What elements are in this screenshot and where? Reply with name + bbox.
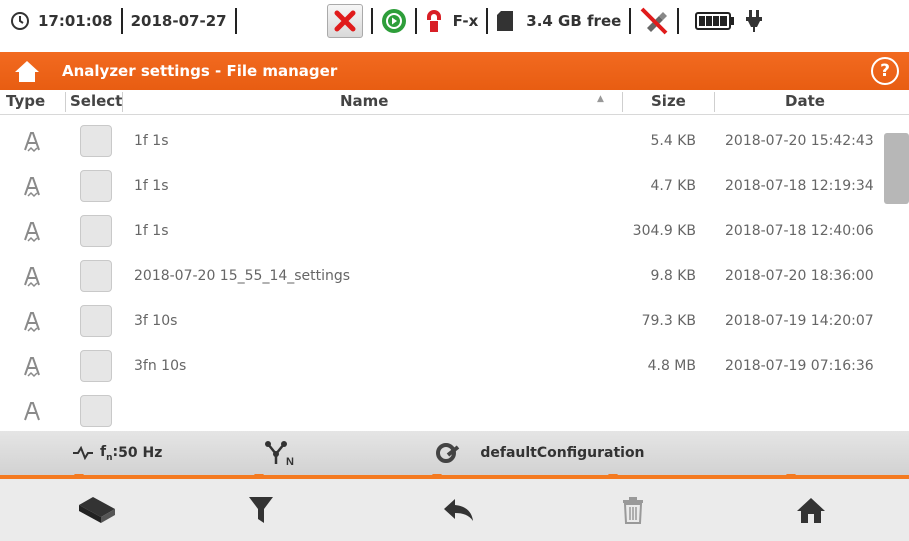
file-date: 2018-07-20 18:36:00 bbox=[725, 268, 874, 284]
file-name: 1f 1s bbox=[134, 178, 169, 194]
select-checkbox[interactable] bbox=[80, 170, 112, 202]
divider bbox=[234, 8, 237, 34]
waveform-icon bbox=[73, 446, 93, 460]
file-date: 2018-07-19 07:16:36 bbox=[725, 358, 874, 374]
divider bbox=[677, 8, 680, 34]
file-list[interactable]: 1f 1s 5.4 KB 2018-07-20 15:42:43 1f 1s 4… bbox=[0, 115, 884, 431]
column-type[interactable]: Type bbox=[6, 92, 45, 110]
column-size[interactable]: Size bbox=[651, 92, 686, 110]
table-row[interactable]: 1f 1s 4.7 KB 2018-07-18 12:19:34 bbox=[0, 164, 884, 209]
bottom-toolbar bbox=[0, 479, 909, 541]
error-button[interactable] bbox=[326, 4, 363, 38]
record-play-icon[interactable] bbox=[381, 8, 407, 34]
error-x-icon bbox=[334, 10, 356, 32]
page-title: Analyzer settings - File manager bbox=[62, 62, 338, 80]
divider bbox=[629, 8, 632, 34]
divider bbox=[120, 8, 123, 34]
select-checkbox[interactable] bbox=[80, 350, 112, 382]
file-size: 5.4 KB bbox=[650, 133, 697, 149]
file-size: 9.8 KB bbox=[650, 268, 697, 284]
file-name: 1f 1s bbox=[134, 133, 169, 149]
home-icon bbox=[797, 498, 825, 523]
title-bar: Analyzer settings - File manager ? bbox=[0, 52, 909, 90]
settings-file-icon bbox=[24, 132, 40, 153]
column-date[interactable]: Date bbox=[785, 92, 825, 110]
column-header: Type Select Name ▲ Size Date bbox=[0, 90, 909, 115]
storage-devices-button[interactable] bbox=[22, 479, 172, 541]
divider bbox=[486, 8, 489, 34]
file-name: 3fn 10s bbox=[134, 358, 187, 374]
network-topology-icon: N bbox=[265, 441, 294, 466]
clock-icon bbox=[11, 12, 29, 30]
divider bbox=[714, 92, 715, 112]
divider bbox=[370, 8, 373, 34]
home-button[interactable] bbox=[736, 479, 886, 541]
scrollbar[interactable] bbox=[884, 133, 909, 204]
file-date: 2018-07-19 14:20:07 bbox=[725, 313, 874, 329]
divider bbox=[622, 92, 623, 112]
trash-icon bbox=[623, 497, 643, 524]
status-time: 17:01:08 bbox=[38, 12, 113, 30]
clamp-label: F-x bbox=[452, 12, 479, 30]
info-bar: fn: 50 Hz N defaultConfiguration bbox=[0, 431, 909, 475]
back-button[interactable] bbox=[384, 479, 534, 541]
select-checkbox[interactable] bbox=[80, 215, 112, 247]
storage-free: 3.4 GB free bbox=[526, 12, 622, 30]
table-row[interactable] bbox=[0, 389, 884, 431]
configuration-gear-icon bbox=[436, 443, 460, 463]
clamp-icon bbox=[426, 10, 441, 32]
file-date: 2018-07-20 15:42:43 bbox=[725, 133, 874, 149]
frequency-symbol: fn: bbox=[100, 443, 119, 463]
back-arrow-icon bbox=[444, 499, 473, 521]
file-date: 2018-07-18 12:40:06 bbox=[725, 223, 874, 239]
table-row[interactable]: 3fn 10s 4.8 MB 2018-07-19 07:16:36 bbox=[0, 344, 884, 389]
select-checkbox[interactable] bbox=[80, 125, 112, 157]
sort-ascending-icon: ▲ bbox=[597, 94, 604, 104]
select-checkbox[interactable] bbox=[80, 305, 112, 337]
table-row[interactable]: 1f 1s 5.4 KB 2018-07-20 15:42:43 bbox=[0, 119, 884, 164]
file-size: 4.8 MB bbox=[647, 358, 696, 374]
select-checkbox[interactable] bbox=[80, 395, 112, 427]
settings-file-icon bbox=[24, 267, 40, 288]
file-name: 1f 1s bbox=[134, 223, 169, 239]
clock: 17:01:08 bbox=[10, 0, 113, 42]
column-select[interactable]: Select bbox=[70, 92, 122, 110]
delete-button[interactable] bbox=[558, 479, 708, 541]
file-date: 2018-07-18 12:19:34 bbox=[725, 178, 874, 194]
sd-card-icon bbox=[497, 11, 514, 31]
configuration-name: defaultConfiguration bbox=[480, 445, 645, 461]
help-button[interactable]: ? bbox=[871, 57, 899, 85]
status-bar: 17:01:08 2018-07-27 F-x 3.4 GB free bbox=[0, 0, 909, 42]
filter-icon bbox=[249, 497, 273, 523]
divider bbox=[122, 92, 123, 112]
settings-file-icon bbox=[24, 177, 40, 198]
status-date: 2018-07-27 bbox=[130, 12, 227, 30]
table-row[interactable]: 3f 10s 79.3 KB 2018-07-19 14:20:07 bbox=[0, 299, 884, 344]
file-size: 4.7 KB bbox=[650, 178, 697, 194]
table-row[interactable]: 1f 1s 304.9 KB 2018-07-18 12:40:06 bbox=[0, 209, 884, 254]
battery-icon bbox=[695, 12, 735, 30]
storage-devices-icon bbox=[79, 497, 115, 523]
select-checkbox[interactable] bbox=[80, 260, 112, 292]
filter-button[interactable] bbox=[186, 479, 336, 541]
file-size: 304.9 KB bbox=[632, 223, 696, 239]
settings-file-icon bbox=[24, 357, 40, 378]
settings-file-icon bbox=[24, 312, 40, 333]
table-row[interactable]: 2018-07-20 15_55_14_settings 9.8 KB 2018… bbox=[0, 254, 884, 299]
svg-text:N: N bbox=[286, 456, 294, 466]
column-name[interactable]: Name bbox=[340, 92, 388, 110]
home-icon[interactable] bbox=[14, 59, 40, 83]
file-name: 2018-07-20 15_55_14_settings bbox=[134, 268, 351, 284]
usb-disconnected-icon bbox=[640, 7, 668, 35]
settings-file-icon bbox=[24, 402, 40, 421]
settings-file-icon bbox=[24, 222, 40, 243]
divider bbox=[414, 8, 417, 34]
divider bbox=[65, 92, 66, 112]
plug-icon bbox=[746, 10, 763, 32]
file-name: 3f 10s bbox=[134, 313, 178, 329]
frequency-value: 50 Hz bbox=[118, 445, 163, 461]
file-size: 79.3 KB bbox=[641, 313, 696, 329]
